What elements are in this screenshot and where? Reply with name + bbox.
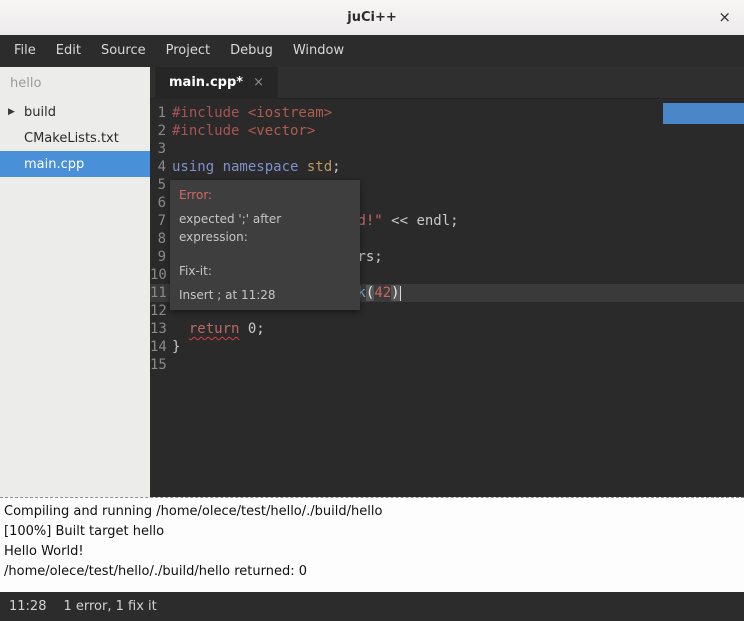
scrollbar-thumb[interactable] [663, 103, 744, 124]
menu-item-source[interactable]: Source [91, 35, 156, 67]
file-tree: ▶build CMakeLists.txt main.cpp [0, 99, 150, 177]
code-line-15: 15 [150, 356, 744, 374]
line-number: 15 [150, 356, 166, 374]
text-cursor [400, 286, 401, 301]
console-line: /home/olece/test/hello/./build/hello ret… [4, 562, 740, 582]
code-line-13: 13 return 0; [150, 320, 744, 338]
line-number: 2 [150, 122, 166, 140]
line-content: #include <iostream> [166, 104, 332, 122]
tree-item-label: main.cpp [24, 157, 84, 172]
main-content: hello ▶build CMakeLists.txt main.cpp main.… [0, 67, 744, 497]
line-number: 11 [150, 284, 166, 302]
file-tree-panel: hello ▶build CMakeLists.txt main.cpp [0, 67, 150, 497]
line-content: #include <vector> [166, 122, 315, 140]
tree-item-label: build [24, 105, 56, 120]
tooltip-fixit-message: Insert ; at 11:28 [179, 286, 351, 304]
tooltip-error-message: expected ';' after expression: [179, 210, 351, 246]
line-number: 9 [150, 248, 166, 266]
menubar: FileEditSourceProjectDebugWindow [0, 35, 744, 67]
line-content [166, 356, 172, 374]
code-editor[interactable]: 1#include <iostream>2#include <vector>34… [150, 99, 744, 497]
tab-close-icon[interactable]: × [253, 75, 264, 90]
close-icon[interactable]: × [718, 9, 731, 25]
tree-item-label: CMakeLists.txt [24, 131, 119, 146]
console-line: Compiling and running /home/olece/test/h… [4, 502, 740, 522]
line-number: 14 [150, 338, 166, 356]
tree-item-build[interactable]: ▶build [0, 99, 150, 125]
cursor-position: 11:28 [9, 599, 46, 614]
line-number: 13 [150, 320, 166, 338]
line-number: 4 [150, 158, 166, 176]
tabbar: main.cpp* × [150, 67, 744, 99]
line-number: 1 [150, 104, 166, 122]
tab-label: main.cpp* [169, 75, 243, 90]
menu-item-window[interactable]: Window [283, 35, 354, 67]
menu-item-debug[interactable]: Debug [220, 35, 283, 67]
expander-icon[interactable]: ▶ [8, 107, 24, 117]
menu-item-project[interactable]: Project [156, 35, 220, 67]
tree-item-cmakelists-txt[interactable]: CMakeLists.txt [0, 125, 150, 151]
menu-item-edit[interactable]: Edit [46, 35, 91, 67]
code-line-1: 1#include <iostream> [150, 104, 744, 122]
code-line-4: 4using namespace std; [150, 158, 744, 176]
line-number: 7 [150, 212, 166, 230]
line-number: 3 [150, 140, 166, 158]
tab-main-cpp[interactable]: main.cpp* × [155, 67, 278, 98]
tree-item-main-cpp[interactable]: main.cpp [0, 151, 150, 177]
diagnostic-summary: 1 error, 1 fix it [63, 599, 156, 614]
tooltip-error-label: Error: [179, 186, 351, 204]
menu-item-file[interactable]: File [4, 35, 46, 67]
code-line-14: 14} [150, 338, 744, 356]
window-title: juCi++ [347, 10, 397, 25]
console-line: Hello World! [4, 542, 740, 562]
console-line: [100%] Built target hello [4, 522, 740, 542]
code-line-2: 2#include <vector> [150, 122, 744, 140]
code-line-3: 3 [150, 140, 744, 158]
tooltip-fixit-label: Fix-it: [179, 262, 351, 280]
line-content: } [166, 338, 180, 356]
line-content: using namespace std; [166, 158, 341, 176]
juci-window: juCi++ × FileEditSourceProjectDebugWindo… [0, 0, 744, 621]
line-number: 10 [150, 266, 166, 284]
line-content [166, 140, 172, 158]
editor-pane: main.cpp* × 1#include <iostream>2#includ… [150, 67, 744, 497]
statusbar: 11:28 1 error, 1 fix it [0, 592, 744, 621]
line-number: 6 [150, 194, 166, 212]
line-number: 5 [150, 176, 166, 194]
line-number: 8 [150, 230, 166, 248]
titlebar: juCi++ × [0, 0, 744, 35]
console-output: Compiling and running /home/olece/test/h… [0, 497, 744, 592]
diagnostic-tooltip: Error: expected ';' after expression: Fi… [170, 180, 360, 310]
project-name: hello [0, 67, 150, 99]
line-number: 12 [150, 302, 166, 320]
line-content: return 0; [166, 320, 265, 338]
